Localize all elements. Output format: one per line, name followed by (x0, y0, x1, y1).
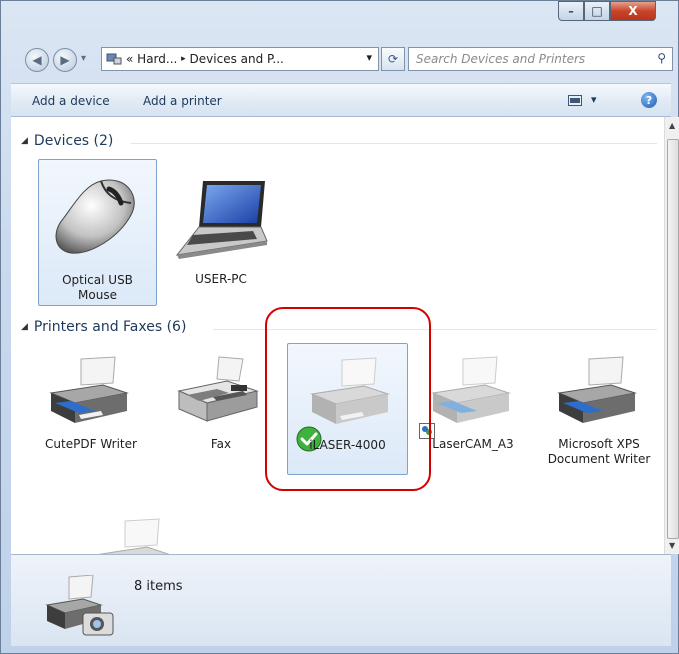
printer-icon (49, 356, 129, 423)
device-optical-usb-mouse[interactable]: Optical USB Mouse (38, 159, 157, 306)
device-label-line2: Mouse (78, 288, 117, 302)
address-toolbar: ◀ ▶ ▾ « Hard... ▸ Devices and P... ▾ ⟳ S… (1, 39, 679, 75)
title-bar: – □ X (1, 1, 679, 31)
printers-group-label: Printers and Faxes (6) (33, 319, 187, 335)
scrollbar-thumb[interactable] (667, 139, 679, 539)
printer-lasercam-a3[interactable]: LaserCAM_A3 (415, 349, 531, 469)
breadcrumb-overflow[interactable]: « (126, 52, 133, 66)
back-arrow-icon: ◀ (32, 53, 42, 67)
back-button[interactable]: ◀ (25, 48, 49, 72)
printer-icon (431, 356, 511, 423)
devices-group-label: Devices (2) (33, 133, 114, 149)
help-icon[interactable]: ? (641, 92, 657, 108)
search-icon[interactable]: ⚲ (657, 51, 666, 65)
printer-icon (557, 356, 637, 423)
device-user-pc[interactable]: USER-PC (163, 159, 279, 306)
maximize-button[interactable]: □ (584, 1, 610, 21)
group-divider (131, 143, 657, 144)
address-dropdown-icon[interactable]: ▾ (366, 51, 372, 64)
items-count: 8 items (134, 579, 183, 594)
mouse-icon (55, 179, 135, 254)
command-bar: Add a device Add a printer ▾ ? (11, 83, 671, 117)
address-bar[interactable]: « Hard... ▸ Devices and P... ▾ (101, 47, 379, 71)
view-options-icon[interactable] (568, 95, 582, 106)
forward-arrow-icon: ▶ (60, 53, 70, 67)
maximize-icon: □ (591, 4, 603, 18)
forward-button[interactable]: ▶ (53, 48, 77, 72)
scroll-up-icon[interactable]: ▲ (669, 121, 675, 130)
refresh-button[interactable]: ⟳ (381, 47, 405, 71)
printer-icon-partial (98, 518, 170, 554)
fax-icon (177, 356, 259, 422)
close-icon: X (628, 4, 638, 18)
highlight-circle (265, 307, 431, 491)
scroll-down-icon[interactable]: ▼ (669, 541, 675, 550)
refresh-icon: ⟳ (387, 52, 399, 66)
devices-folder-icon (106, 53, 122, 65)
view-dropdown-icon[interactable]: ▾ (591, 93, 597, 106)
search-placeholder: Search Devices and Printers (416, 52, 586, 66)
printers-group-header[interactable]: ◢ Printers and Faxes (6) (21, 319, 186, 335)
close-button[interactable]: X (610, 1, 656, 21)
laptop-icon (175, 181, 268, 259)
printer-label: Fax (210, 437, 232, 451)
printer-cutepdf-writer[interactable]: CutePDF Writer (33, 349, 149, 469)
devices-printers-icon (45, 575, 114, 636)
search-input[interactable]: Search Devices and Printers ⚲ (408, 47, 673, 71)
add-printer-button[interactable]: Add a printer (143, 94, 222, 108)
minimize-button[interactable]: – (558, 1, 584, 21)
printer-label: LaserCAM_A3 (432, 437, 514, 451)
breadcrumb-devices-and-printers[interactable]: Devices and P... (190, 52, 284, 66)
device-label: USER-PC (195, 272, 247, 286)
add-device-button[interactable]: Add a device (32, 94, 110, 108)
collapse-triangle-icon: ◢ (21, 136, 28, 146)
device-label: Optical USB (62, 273, 133, 287)
printer-fax[interactable]: Fax (163, 349, 279, 469)
breadcrumb-separator-icon[interactable]: ▸ (181, 54, 186, 64)
printer-label: Microsoft XPS (558, 437, 640, 451)
printer-label-line2: Document Writer (547, 452, 651, 466)
breadcrumb-hardware[interactable]: Hard... (137, 52, 177, 66)
devices-and-printers-window: – □ X ◀ ▶ ▾ « Hard... ▸ Devices and P...… (0, 0, 679, 654)
minimize-icon: – (568, 4, 574, 18)
vertical-scrollbar[interactable]: ▲ ▼ (664, 117, 679, 554)
devices-group-header[interactable]: ◢ Devices (2) (21, 133, 113, 149)
printer-microsoft-xps-document-writer[interactable]: Microsoft XPS Document Writer (539, 349, 659, 469)
details-pane: 8 items (11, 554, 671, 646)
collapse-triangle-icon: ◢ (21, 322, 28, 332)
printer-label: CutePDF Writer (45, 437, 137, 451)
recent-pages-dropdown[interactable]: ▾ (81, 53, 86, 64)
